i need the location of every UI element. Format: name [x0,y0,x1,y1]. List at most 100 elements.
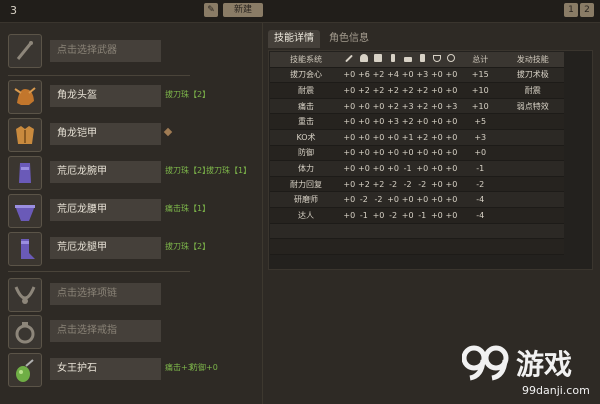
necklace-slot[interactable] [8,278,42,312]
leg-name[interactable]: 荒厄龙腿甲 [50,237,161,259]
skill-point-cell: +0 [414,113,430,130]
skill-point-cell: -2 [356,191,372,208]
app-window: 3 ✎ 新建 1 2 点击选择武器 角龙头盔 拔刀珠【2】 角龙铠甲 荒厄龙腕甲… [0,0,600,404]
skill-point-cell: +2 [414,98,430,115]
col-skill-system: 技能系统 [270,52,342,68]
skill-point-cell: +2 [371,176,386,193]
skill-total-cell: -4 [458,191,502,208]
arm-name[interactable]: 荒厄龙腕甲 [50,161,161,183]
col-active-skill: 发动技能 [501,52,564,68]
necklace-select[interactable]: 点击选择项链 [50,283,161,305]
skill-point-cell: -1 [356,207,372,224]
skill-name-cell: 防御 [270,145,342,162]
skill-point-cell: +1 [400,129,415,146]
skill-point-cell: +0 [429,145,445,162]
skill-name-cell: 耐震 [270,82,342,99]
chest-slot[interactable] [8,118,42,152]
chest-name[interactable]: 角龙铠甲 [50,123,161,145]
waist-name[interactable]: 荒厄龙腰甲 [50,199,161,221]
skill-point-cell: +2 [414,82,430,99]
ring-slot[interactable] [8,315,42,349]
page-2-button[interactable]: 2 [580,3,594,17]
tab-character-info[interactable]: 角色信息 [322,30,376,48]
empty-row [270,238,564,255]
tab-skill-details[interactable]: 技能详情 [268,30,320,48]
skill-total-cell: +15 [458,67,502,84]
charm-icon [16,359,34,382]
skill-point-cell: +3 [400,98,415,115]
ring-select[interactable]: 点击选择戒指 [50,320,161,342]
helmet-name[interactable]: 角龙头盔 [50,85,161,107]
active-skill-cell: 耐震 [501,82,564,99]
skill-point-cell: +0 [429,176,445,193]
skill-total-cell: +0 [458,145,502,162]
charm-name[interactable]: 女王护石 [50,358,161,380]
leg-decoration-1: 拔刀珠【2】 [165,242,211,251]
helmet-icon [14,87,36,105]
skill-point-cell: +0 [429,113,445,130]
leg-icon [21,239,35,259]
table-row: 研磨师 +0 -2 -2 +0 +0 +0 +0 +0 -4 [270,191,564,208]
skill-point-cell: +0 [400,191,415,208]
divider [8,271,190,272]
skill-point-cell: -2 [371,191,386,208]
divider [8,75,190,76]
skill-point-cell: +2 [371,67,386,84]
skill-name-cell: 拔刀会心 [270,67,342,84]
skill-point-cell: +0 [342,129,357,146]
skill-point-cell: -2 [385,207,401,224]
weapon-icon [342,52,357,68]
waist-icon [400,52,415,68]
arm-icon [385,52,401,68]
skill-point-cell: +0 [400,67,415,84]
skill-point-cell: +2 [414,129,430,146]
new-set-button[interactable]: 新建 [223,3,263,17]
weapon-select[interactable]: 点击选择武器 [50,40,161,62]
skill-point-cell: +0 [444,207,459,224]
waist-decoration-1: 痛击珠【1】 [165,204,211,213]
helmet-icon [356,52,372,68]
skill-point-cell: +0 [342,113,357,130]
skill-name-cell: 耐力回复 [270,176,342,193]
empty-row [270,223,564,240]
arm-decoration-2: 拔刀珠【1】 [206,166,252,175]
skill-point-cell: +2 [356,176,372,193]
skill-total-cell: -1 [458,160,502,177]
skill-point-cell: +0 [342,82,357,99]
helmet-slot[interactable] [8,80,42,114]
helmet-decoration-1: 拔刀珠【2】 [165,90,211,99]
charm-slot[interactable] [8,353,42,387]
waist-slot[interactable] [8,194,42,228]
edit-button[interactable]: ✎ [204,3,218,17]
leg-slot[interactable] [8,232,42,266]
active-skill-cell [501,113,564,130]
active-skill-cell [501,129,564,146]
waist-icon [15,205,35,221]
active-skill-cell: 拔刀术极 [501,67,564,84]
arm-slot[interactable] [8,156,42,190]
active-skill-cell [501,145,564,162]
skill-point-cell: +0 [356,129,372,146]
skill-point-cell: +0 [371,145,386,162]
chest-icon [16,126,34,144]
skill-name-cell: 达人 [270,207,342,224]
skill-point-cell: +0 [356,113,372,130]
skill-point-cell: +2 [400,82,415,99]
skill-name-cell: 痛击 [270,98,342,115]
ring-icon [444,52,459,68]
table-row: 体力 +0 +0 +0 +0 -1 +0 +0 +0 -1 [270,160,564,177]
skill-point-cell: +0 [429,82,445,99]
weapon-slot[interactable] [8,34,42,68]
skill-total-cell: -4 [458,207,502,224]
table-header: 技能系统 总计 发动技能 [270,52,564,68]
skill-point-cell: +0 [444,82,459,99]
table-row: 耐力回复 +0 +2 +2 -2 -2 -2 +0 +0 -2 [270,176,564,193]
skill-point-cell: +3 [414,67,430,84]
leg-icon [414,52,430,68]
col-total: 总计 [458,52,502,68]
skill-point-cell: +0 [444,129,459,146]
skill-point-cell: -2 [400,176,415,193]
ring-icon [15,322,35,344]
page-1-button[interactable]: 1 [564,3,578,17]
skill-point-cell: +0 [342,145,357,162]
